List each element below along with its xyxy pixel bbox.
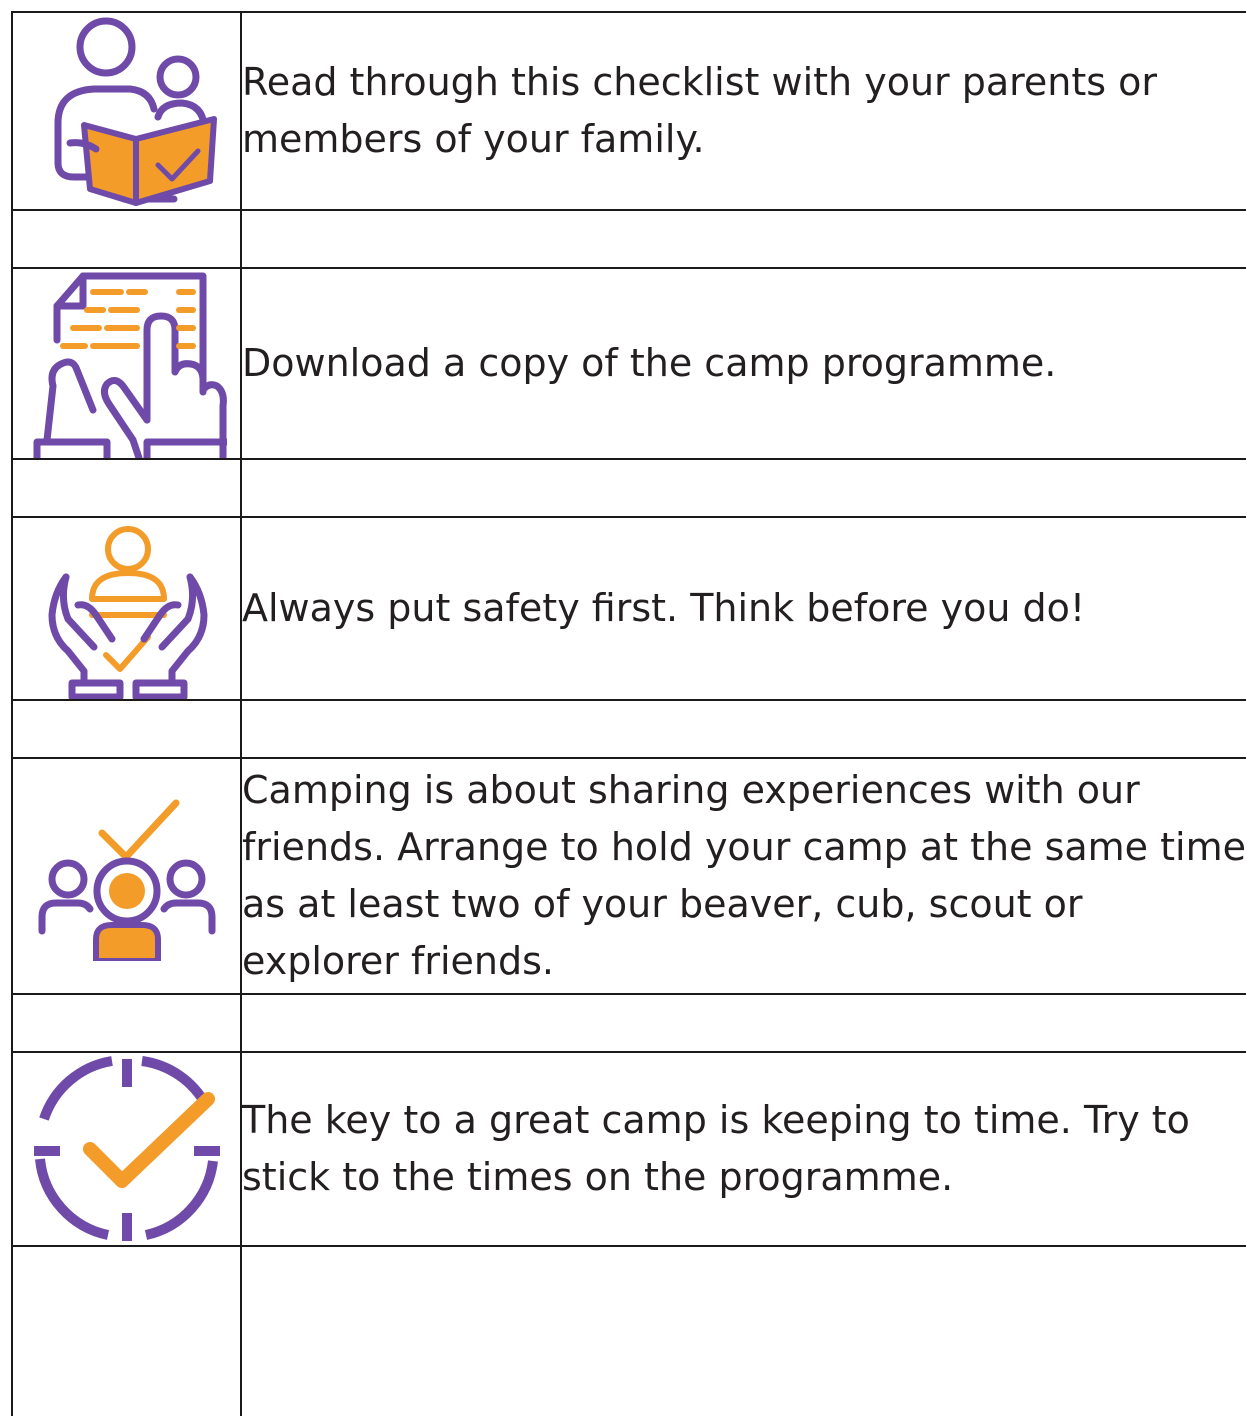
spacer-row <box>11 209 1246 269</box>
spacer-row <box>11 993 1246 1053</box>
document-hand-icon <box>33 272 227 458</box>
group-friends-icon <box>38 799 215 961</box>
item-text: The key to a great camp is keeping to ti… <box>240 1051 1246 1247</box>
spacer-row <box>11 699 1246 759</box>
checklist-row: Read through this checklist with your pa… <box>11 11 1246 211</box>
reading-book-icon <box>54 17 217 206</box>
checklist-row: Always put safety first. Think before yo… <box>11 516 1246 701</box>
checklist-row: Download a copy of the camp programme. <box>11 267 1246 460</box>
clock-check-icon <box>33 1056 220 1241</box>
safety-hands-icon <box>48 525 207 699</box>
item-text: Camping is about sharing experiences wit… <box>240 757 1246 995</box>
empty-row <box>11 1245 1246 1416</box>
icon-cell <box>11 516 242 701</box>
item-text: Download a copy of the camp programme. <box>240 267 1246 460</box>
spacer-row <box>11 458 1246 518</box>
checklist-row: Camping is about sharing experiences wit… <box>11 757 1246 995</box>
item-text: Read through this checklist with your pa… <box>240 11 1246 211</box>
checklist-table: Read through this checklist with your pa… <box>11 11 1246 1416</box>
icon-cell <box>11 267 242 460</box>
icon-cell <box>11 757 242 995</box>
checklist-row: The key to a great camp is keeping to ti… <box>11 1051 1246 1247</box>
icon-cell <box>11 11 242 211</box>
item-text: Always put safety first. Think before yo… <box>240 516 1246 701</box>
icon-cell <box>11 1051 242 1247</box>
